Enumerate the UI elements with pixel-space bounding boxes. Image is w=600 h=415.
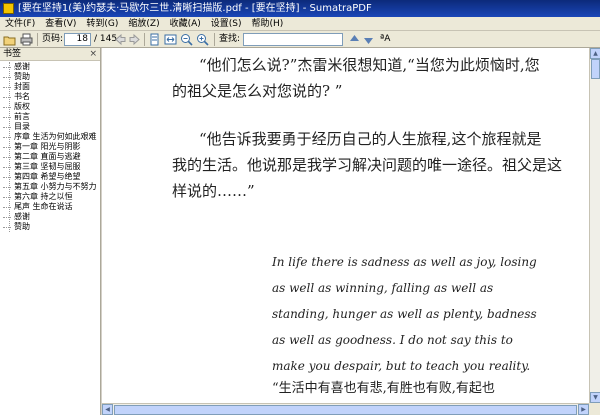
fit-page-icon[interactable]	[148, 33, 161, 46]
title-bar: [要在坚持1(美)约瑟夫·马歇尔三世.清晰扫描版.pdf - [要在坚持] - …	[0, 0, 600, 17]
horizontal-scrollbar[interactable]: ◀ ▶	[102, 403, 589, 415]
bookmark-item[interactable]: 赞助	[3, 222, 30, 232]
bookmark-item[interactable]: 封面	[3, 82, 30, 92]
sidebar-header: 书签 ×	[0, 48, 100, 61]
fit-width-icon[interactable]	[164, 33, 177, 46]
open-icon[interactable]	[3, 33, 16, 46]
bookmark-item[interactable]: 感谢	[3, 212, 30, 222]
close-icon[interactable]: ×	[89, 48, 97, 61]
vertical-scroll-thumb[interactable]	[591, 59, 600, 79]
zoom-out-icon[interactable]	[180, 33, 193, 46]
scroll-down-icon[interactable]: ▼	[590, 392, 600, 403]
page-number-input[interactable]: 18	[64, 33, 91, 46]
text-line: 我的生活。他说那是我学习解决问题的唯一途径。祖父是这	[172, 156, 563, 174]
text-line: “生活中有喜也有悲,有胜也有败,有起也	[272, 381, 495, 396]
scroll-right-icon[interactable]: ▶	[578, 404, 589, 415]
bookmark-item[interactable]: 第五章 小努力与不努力	[3, 182, 97, 192]
bookmark-item[interactable]: 感谢	[3, 62, 30, 72]
menu-settings[interactable]: 设置(S)	[206, 17, 247, 31]
bookmark-item[interactable]: 第一章 阳光与阴影	[3, 142, 81, 152]
menu-view[interactable]: 查看(V)	[40, 17, 81, 31]
match-case-button[interactable]: ªA	[380, 34, 390, 45]
zoom-in-icon[interactable]	[196, 33, 209, 46]
toolbar-separator	[144, 33, 145, 46]
menu-goto[interactable]: 转到(G)	[81, 17, 123, 31]
text-line: 的祖父是怎么对您说的? ”	[172, 82, 343, 100]
app-icon	[3, 3, 14, 14]
toolbar-separator	[37, 33, 38, 46]
menu-bar: 文件(F) 查看(V) 转到(G) 缩放(Z) 收藏(A) 设置(S) 帮助(H)	[0, 17, 600, 31]
bookmark-item[interactable]: 版权	[3, 102, 30, 112]
bookmark-item[interactable]: 第二章 直面与逃避	[3, 152, 81, 162]
sumatrapdf-window: [要在坚持1(美)约瑟夫·马歇尔三世.清晰扫描版.pdf - [要在坚持] - …	[0, 0, 600, 415]
find-label: 查找:	[219, 34, 241, 44]
menu-favorites[interactable]: 收藏(A)	[165, 17, 206, 31]
sidebar-title: 书签	[3, 49, 22, 59]
bookmark-item[interactable]: 尾声 生命在说话	[3, 202, 73, 212]
bookmark-item[interactable]: 第三章 坚韧与屈服	[3, 162, 81, 172]
bookmark-item[interactable]: 序章 生活为何如此艰难	[3, 132, 97, 142]
find-input[interactable]	[243, 33, 343, 46]
toolbar-separator	[214, 33, 215, 46]
quote-line: In life there is sadness as well as joy,…	[272, 255, 537, 269]
window-title: [要在坚持1(美)约瑟夫·马歇尔三世.清晰扫描版.pdf - [要在坚持] - …	[18, 3, 372, 14]
next-page-icon[interactable]	[128, 33, 141, 46]
menu-help[interactable]: 帮助(H)	[247, 17, 289, 31]
scrollbar-corner	[589, 403, 600, 415]
bookmarks-sidebar: 书签 × 感谢 赞助 封面 书名 版权 前言 目录 序章 生活为何如此艰难 第一…	[0, 48, 101, 415]
horizontal-scroll-thumb[interactable]	[114, 405, 577, 415]
bookmark-item[interactable]: 第四章 希望与绝望	[3, 172, 81, 182]
menu-file[interactable]: 文件(F)	[0, 17, 40, 31]
text-line: 样说的……”	[172, 182, 255, 200]
page-label: 页码:	[42, 34, 64, 44]
print-icon[interactable]	[20, 33, 33, 46]
text-line: “他告诉我要勇于经历自己的人生旅程,这个旅程就是	[199, 130, 542, 148]
bookmark-tree: 感谢 赞助 封面 书名 版权 前言 目录 序章 生活为何如此艰难 第一章 阳光与…	[0, 62, 100, 415]
quote-line: standing, hunger as well as plenty, badn…	[272, 307, 537, 321]
vertical-scrollbar[interactable]: ▲ ▼	[589, 48, 600, 403]
scroll-up-icon[interactable]: ▲	[590, 48, 600, 59]
document-area: “他们怎么说?”杰雷米很想知道,“当您为此烦恼时,您 的祖父是怎么对您说的? ”…	[102, 48, 600, 415]
previous-page-icon[interactable]	[114, 33, 127, 46]
pdf-page: “他们怎么说?”杰雷米很想知道,“当您为此烦恼时,您 的祖父是怎么对您说的? ”…	[102, 48, 589, 403]
quote-line: as well as goodness. I do not say this t…	[272, 333, 513, 347]
find-next-icon[interactable]	[362, 33, 375, 46]
bookmark-item[interactable]: 书名	[3, 92, 30, 102]
quote-line: make you despair, but to teach you reali…	[272, 359, 531, 373]
bookmark-item[interactable]: 第六章 持之以恒	[3, 192, 73, 202]
quote-line: as well as winning, falling as well as	[272, 281, 494, 295]
scroll-left-icon[interactable]: ◀	[102, 404, 113, 415]
toolbar: 页码: 18 / 145 查找: ªA	[0, 31, 600, 48]
text-line: “他们怎么说?”杰雷米很想知道,“当您为此烦恼时,您	[199, 56, 540, 74]
bookmark-item[interactable]: 赞助	[3, 72, 30, 82]
find-previous-icon[interactable]	[348, 33, 361, 46]
bookmark-item[interactable]: 前言	[3, 112, 30, 122]
bookmark-item[interactable]: 目录	[3, 122, 30, 132]
menu-zoom[interactable]: 缩放(Z)	[123, 17, 164, 31]
